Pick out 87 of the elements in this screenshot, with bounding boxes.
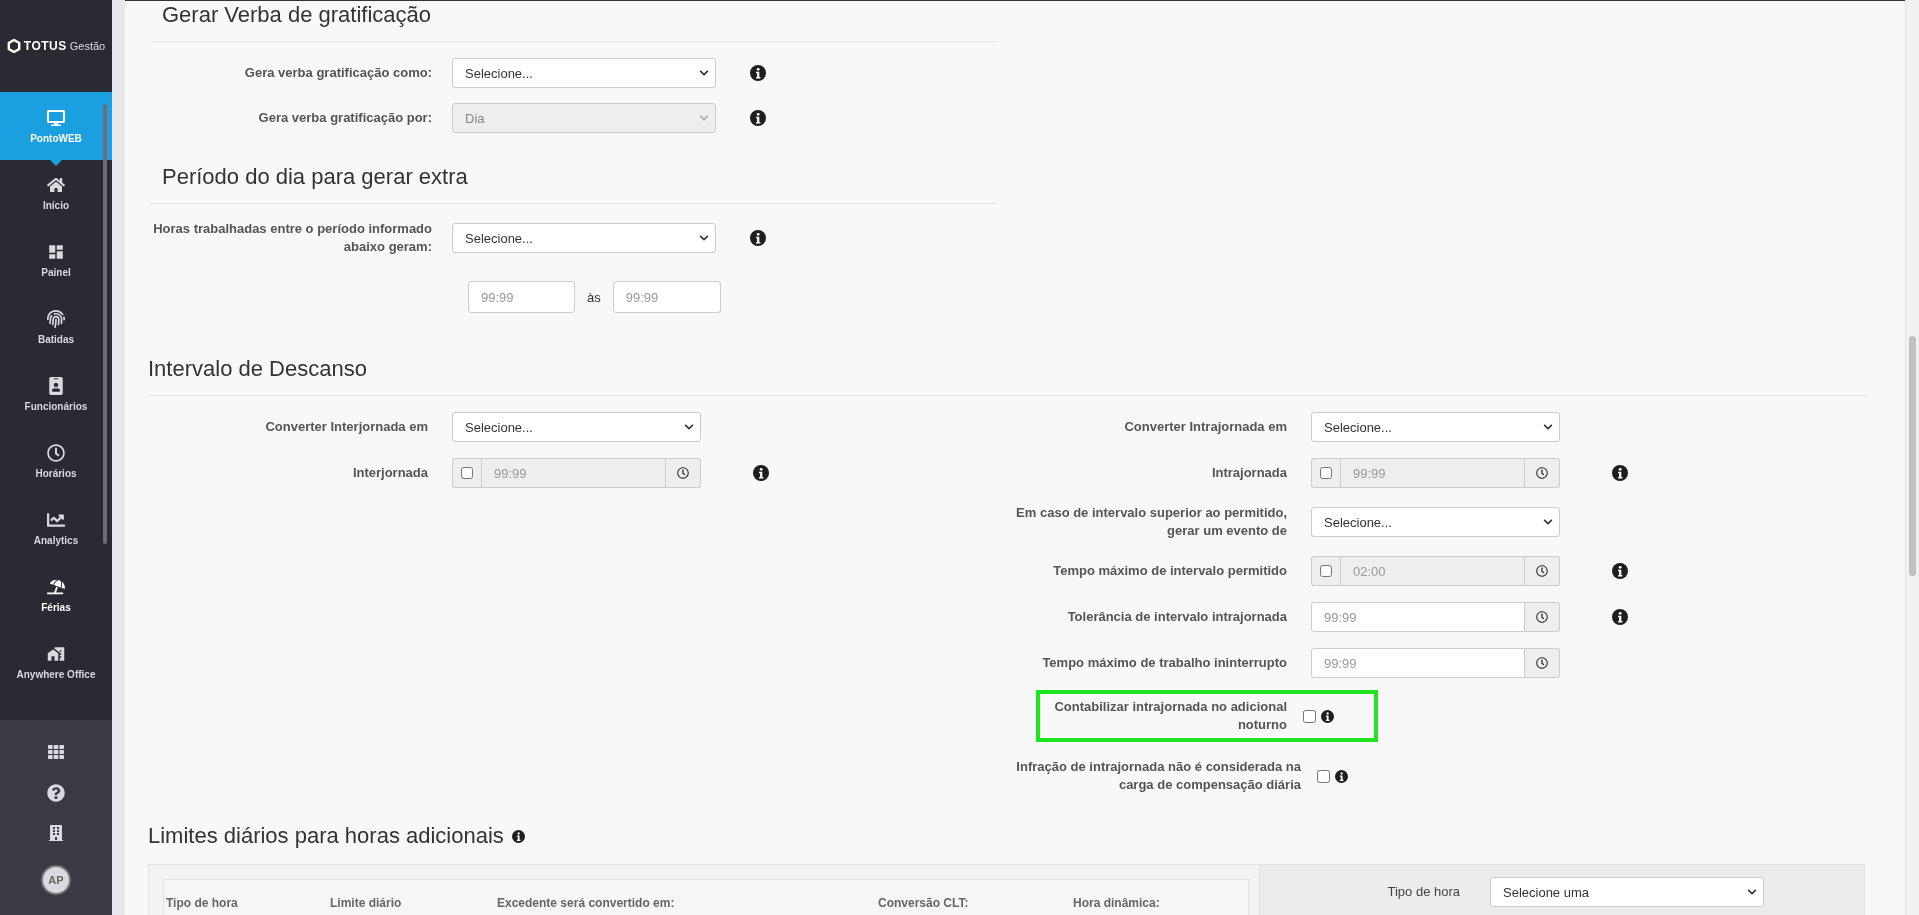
monitor-icon (47, 108, 65, 127)
help-icon (47, 783, 65, 802)
help-button[interactable] (47, 783, 65, 802)
field-label: Converter Interjornada em (264, 418, 428, 436)
field-label: Interjornada (351, 464, 428, 482)
sidebar-scrollbar[interactable] (103, 104, 107, 544)
time-input[interactable]: 99:99 (468, 281, 575, 313)
field-label: Tempo máximo de trabalho ininterrupto (1041, 654, 1287, 672)
range-separator: às (587, 289, 601, 305)
clock-icon (1536, 467, 1548, 479)
sidebar-item[interactable]: Anywhere Office (0, 629, 112, 696)
checkbox[interactable] (1303, 709, 1316, 723)
field-label: Infração de intrajornada não é considerada na carga de compensação diária (1015, 758, 1301, 794)
field-label: Contabilizar intrajornada no adicional noturno (1053, 698, 1287, 734)
time-input[interactable]: 99:99 (1311, 602, 1525, 632)
sidebar-item[interactable]: Painel (0, 227, 112, 294)
company-button[interactable] (48, 825, 64, 842)
info-icon[interactable] (511, 829, 525, 843)
field-label: Gera verba gratificação como: (243, 64, 432, 82)
field-label: Converter Intrajornada em (1123, 418, 1287, 436)
info-icon[interactable] (1321, 709, 1334, 723)
sidebar-item[interactable]: Horários (0, 428, 112, 495)
sidebar-item[interactable]: Início (0, 160, 112, 227)
select-field[interactable]: Selecione... (452, 412, 701, 442)
clock-icon (1536, 565, 1548, 577)
grid-icon (48, 743, 64, 760)
building-icon (48, 825, 64, 842)
section-title: Gerar Verba de gratificação (161, 1, 433, 29)
clock-icon (1536, 611, 1548, 623)
select-field[interactable]: Selecione... (1311, 412, 1560, 442)
clock-icon (1536, 657, 1548, 669)
section-title: Limites diários para horas adicionais (148, 822, 504, 850)
sidebar-item[interactable]: Férias (0, 562, 112, 629)
chevron-icon (1747, 887, 1757, 897)
fingerprint-icon (47, 310, 65, 328)
clock-button[interactable] (666, 458, 701, 488)
info-icon[interactable] (750, 230, 766, 246)
scrollbar[interactable] (1905, 0, 1919, 915)
info-icon[interactable] (1335, 769, 1348, 783)
field-label: Tipo de hora (1386, 883, 1460, 901)
sidebar-item[interactable]: Funcionários (0, 361, 112, 428)
clock-button[interactable] (1525, 602, 1560, 632)
column-header: Excedente será convertido em: (497, 896, 676, 910)
field-label: Gera verba gratificação por: (257, 109, 432, 127)
clock-icon (677, 467, 689, 479)
badge-icon (47, 377, 65, 395)
chevron-icon (1543, 422, 1553, 432)
sidebar-item[interactable]: Analytics (0, 495, 112, 562)
time-input[interactable]: 99:99 (612, 281, 721, 313)
house-icon (47, 645, 65, 663)
column-header: Limite diário (330, 896, 403, 910)
section-title: Período do dia para gerar extra (161, 163, 469, 191)
column-header: Tipo de hora (166, 896, 239, 910)
select-field[interactable]: Selecione... (452, 223, 716, 253)
umbrella-icon (47, 578, 65, 596)
section-title: Intervalo de Descanso (148, 355, 368, 383)
apps-button[interactable] (48, 743, 64, 760)
clock-icon (47, 444, 65, 462)
info-icon[interactable] (1612, 609, 1628, 625)
time-input[interactable]: 99:99 (1311, 648, 1525, 678)
chart-icon (47, 511, 65, 529)
info-icon[interactable] (750, 65, 766, 81)
home-icon (47, 176, 65, 194)
clock-button[interactable] (1525, 648, 1560, 678)
field-label: Intrajornada (1210, 464, 1287, 482)
field-label: Horas trabalhadas entre o período informado abaixo geram: (152, 220, 432, 256)
logo: TOTUS Gestão (0, 0, 112, 92)
select-field[interactable]: Selecione... (452, 58, 716, 88)
field-label: Tolerância de intervalo intrajornada (1066, 608, 1287, 626)
select-field[interactable]: Selecione uma (1490, 877, 1764, 907)
hexagon-icon (6, 39, 21, 53)
chevron-icon (684, 422, 694, 432)
checkbox[interactable] (1317, 769, 1330, 783)
chevron-icon (699, 113, 709, 123)
clock-button[interactable] (1525, 556, 1560, 586)
dashboard-icon (47, 243, 65, 261)
avatar[interactable]: AP (41, 865, 71, 896)
chevron-icon (699, 233, 709, 243)
clock-button[interactable] (1525, 458, 1560, 488)
field-label: Em caso de intervalo superior ao permitido, gerar um evento de (1015, 504, 1287, 540)
chevron-icon (699, 68, 709, 78)
chevron-icon (1543, 517, 1553, 527)
sidebar-item[interactable]: Batidas (0, 294, 112, 361)
field-label: Tempo máximo de intervalo permitido (1052, 562, 1287, 580)
column-header: Conversão CLT: (878, 896, 970, 910)
select-field[interactable]: Selecione... (1311, 507, 1560, 537)
column-header: Hora dinâmica: (1073, 896, 1161, 910)
